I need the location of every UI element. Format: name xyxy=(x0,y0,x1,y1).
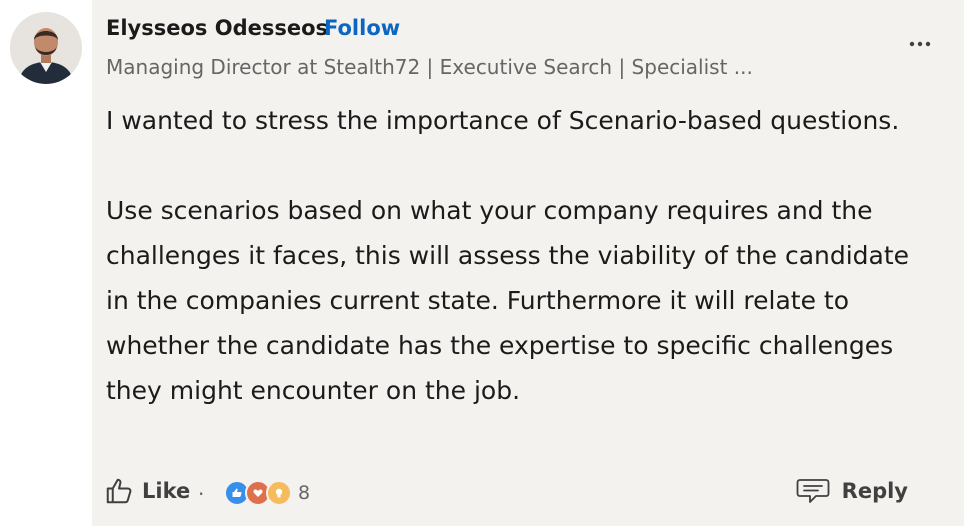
like-label: Like xyxy=(142,479,191,503)
comment-text: I wanted to stress the importance of Sce… xyxy=(106,98,936,413)
author-headline: Managing Director at Stealth72 | Executi… xyxy=(106,55,753,79)
ellipsis-icon xyxy=(909,41,931,47)
author-name[interactable]: Elysseos Odesseos xyxy=(106,16,328,40)
avatar[interactable] xyxy=(10,12,82,84)
comment-actions: Like · 8 Reply xyxy=(92,470,964,518)
more-options-button[interactable] xyxy=(906,30,934,58)
follow-button[interactable]: Follow xyxy=(324,16,400,40)
avatar-photo xyxy=(10,12,82,84)
separator-dot: · xyxy=(198,482,205,506)
comment-paragraph: I wanted to stress the importance of Sce… xyxy=(106,106,900,135)
like-button[interactable]: Like xyxy=(104,476,190,506)
speech-bubble-icon xyxy=(796,479,830,503)
thumbs-up-icon xyxy=(106,478,132,504)
insightful-icon xyxy=(266,480,292,506)
comment-paragraph: Use scenarios based on what your company… xyxy=(106,196,910,405)
reaction-count: 8 xyxy=(298,482,311,504)
reply-label: Reply xyxy=(841,479,908,503)
reply-button[interactable]: Reply xyxy=(796,476,908,506)
reactions-summary[interactable]: 8 xyxy=(224,480,310,506)
left-rail xyxy=(0,0,92,526)
comment-card: Elysseos Odesseos Follow Managing Direct… xyxy=(92,0,964,526)
